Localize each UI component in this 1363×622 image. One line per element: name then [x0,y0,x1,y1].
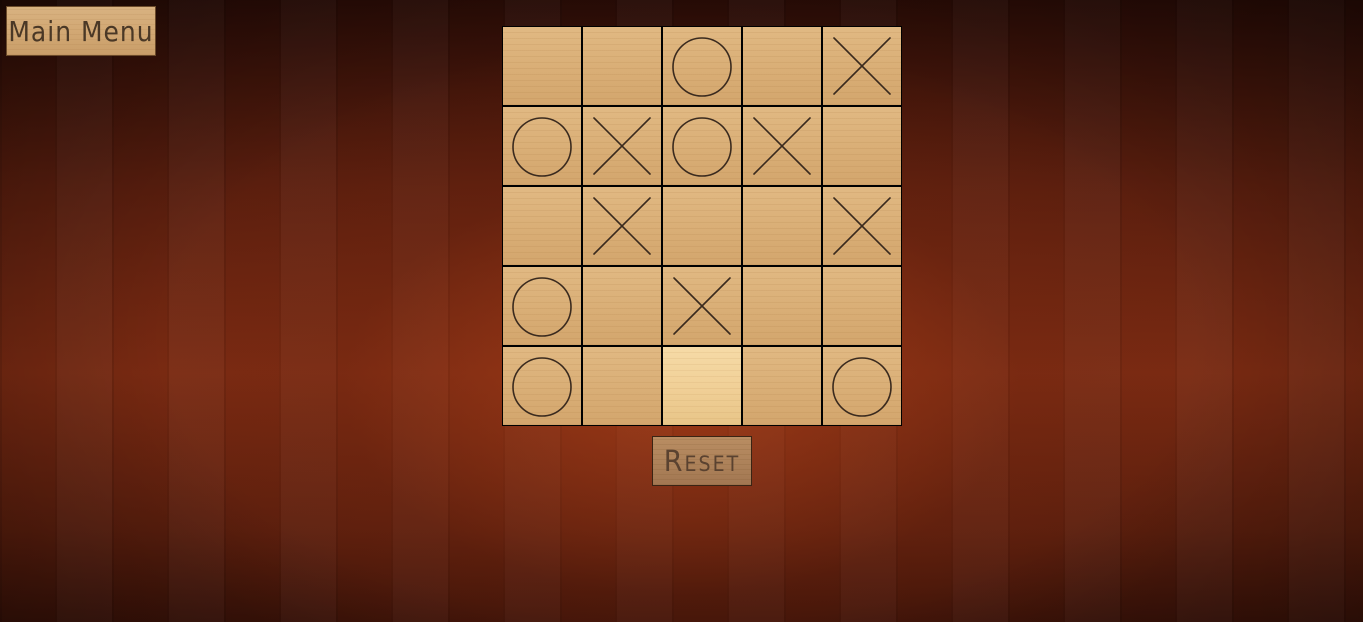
board-cell-r4-c5[interactable] [823,267,901,345]
o-mark-icon [832,357,892,417]
board-cell-r4-c4[interactable] [743,267,821,345]
board-cell-r4-c2[interactable] [583,267,661,345]
reset-button[interactable]: Reset [652,436,752,486]
board-cell-r1-c2[interactable] [583,27,661,105]
board-cell-r3-c1[interactable] [503,187,581,265]
board-cell-r2-c5[interactable] [823,107,901,185]
x-mark-icon [833,197,891,255]
game-board [502,26,902,426]
board-cell-r3-c4[interactable] [743,187,821,265]
board-cell-r4-c1[interactable] [503,267,581,345]
board-cell-r1-c5[interactable] [823,27,901,105]
board-cell-r2-c1[interactable] [503,107,581,185]
board-cell-r3-c3[interactable] [663,187,741,265]
o-mark-icon [512,277,572,337]
board-cell-r2-c2[interactable] [583,107,661,185]
x-mark-icon [593,197,651,255]
board-cell-r1-c1[interactable] [503,27,581,105]
x-mark-icon [753,117,811,175]
reset-label: Reset [663,443,741,479]
x-mark-icon [673,277,731,335]
main-menu-label: Main Menu [8,15,154,47]
board-cell-r2-c4[interactable] [743,107,821,185]
board-cell-r5-c2[interactable] [583,347,661,425]
board-cell-r4-c3[interactable] [663,267,741,345]
board-cell-r5-c3[interactable] [663,347,741,425]
board-cell-r1-c4[interactable] [743,27,821,105]
x-mark-icon [593,117,651,175]
x-mark-icon [833,37,891,95]
o-mark-icon [512,117,572,177]
board-cell-r3-c2[interactable] [583,187,661,265]
board-cell-r2-c3[interactable] [663,107,741,185]
board-cell-r1-c3[interactable] [663,27,741,105]
board-cell-r3-c5[interactable] [823,187,901,265]
main-menu-button[interactable]: Main Menu [6,6,156,56]
board-cell-r5-c5[interactable] [823,347,901,425]
o-mark-icon [672,37,732,97]
o-mark-icon [672,117,732,177]
board-cell-r5-c4[interactable] [743,347,821,425]
board-cell-r5-c1[interactable] [503,347,581,425]
o-mark-icon [512,357,572,417]
